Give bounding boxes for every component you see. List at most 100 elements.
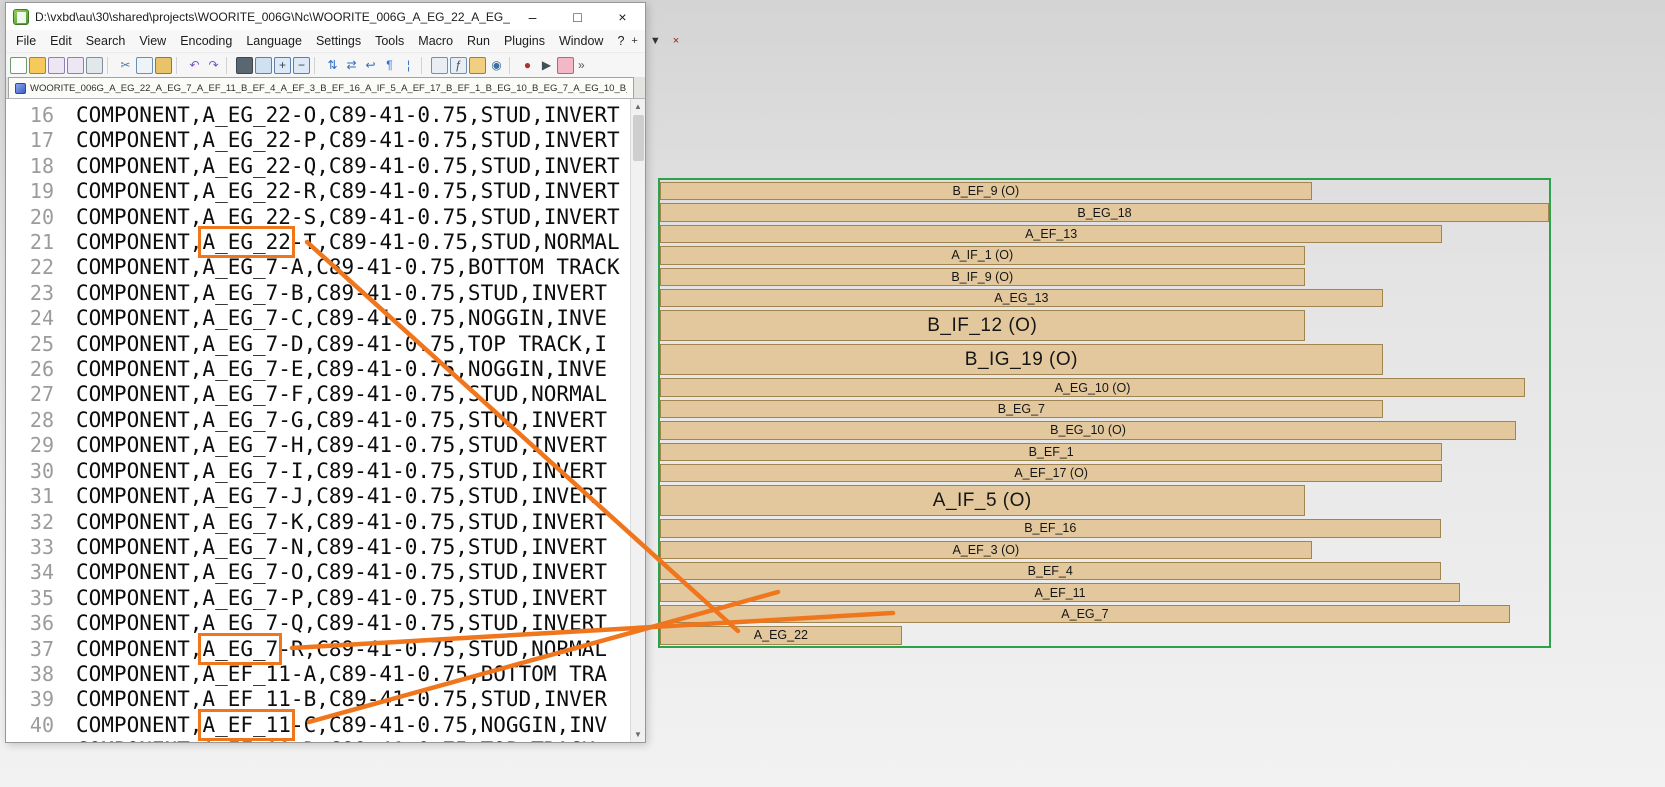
- document-tab[interactable]: WOORITE_006G_A_EG_22_A_EG_7_A_EF_11_B_EF…: [8, 77, 634, 98]
- menu-item-run[interactable]: Run: [460, 32, 497, 50]
- open-folder-icon[interactable]: [29, 57, 46, 74]
- menu-item-encoding[interactable]: Encoding: [173, 32, 239, 50]
- menu-item-file[interactable]: File: [9, 32, 43, 50]
- title-bar[interactable]: D:\vxbd\au\30\shared\projects\WOORITE_00…: [6, 3, 645, 30]
- code-line: 22COMPONENT,A_EG_7-A,C89-41-0.75,BOTTOM …: [6, 255, 630, 280]
- bar-label: A_EF_13: [1025, 227, 1077, 241]
- cut-icon[interactable]: ✂: [117, 57, 134, 74]
- menu-item-plugins[interactable]: Plugins: [497, 32, 552, 50]
- panel-bar-b-ef-16[interactable]: B_EF_16: [660, 519, 1441, 537]
- menu-item-language[interactable]: Language: [239, 32, 309, 50]
- bar-label: B_EG_7: [998, 402, 1045, 416]
- panel-bar-a-eg-7[interactable]: A_EG_7: [660, 605, 1510, 623]
- find-icon[interactable]: [236, 57, 253, 74]
- panel-bar-a-if-5[interactable]: A_IF_5 (O): [660, 485, 1305, 516]
- macro-play-icon[interactable]: ▶: [538, 57, 555, 74]
- menu-item-edit[interactable]: Edit: [43, 32, 79, 50]
- macro-save-icon[interactable]: [557, 57, 574, 74]
- zoom-out-icon[interactable]: −: [293, 57, 310, 74]
- code-line: 20COMPONENT,A_EG_22-S,C89-41-0.75,STUD,I…: [6, 205, 630, 230]
- folder-as-workspace-icon[interactable]: [469, 57, 486, 74]
- line-number: 28: [6, 408, 68, 433]
- menu-item-window[interactable]: Window: [552, 32, 610, 50]
- toolbar-overflow-icon[interactable]: »: [578, 58, 585, 72]
- editor[interactable]: 16COMPONENT,A_EG_22-O,C89-41-0.75,STUD,I…: [6, 99, 645, 742]
- code-line: 18COMPONENT,A_EG_22-Q,C89-41-0.75,STUD,I…: [6, 154, 630, 179]
- code-line: 29COMPONENT,A_EG_7-H,C89-41-0.75,STUD,IN…: [6, 433, 630, 458]
- scroll-down-arrow-icon[interactable]: ▼: [631, 727, 646, 742]
- panel-bar-b-eg-10[interactable]: B_EG_10 (O): [660, 421, 1516, 439]
- line-number: 36: [6, 611, 68, 636]
- line-text: COMPONENT,A_EG_22-R,C89-41-0.75,STUD,INV…: [68, 179, 620, 204]
- panel-bar-a-if-1[interactable]: A_IF_1 (O): [660, 246, 1305, 264]
- zoom-in-icon[interactable]: +: [274, 57, 291, 74]
- replace-icon[interactable]: [255, 57, 272, 74]
- sync-scroll-vertical-icon[interactable]: ⇅: [324, 57, 341, 74]
- monitoring-icon[interactable]: ◉: [488, 57, 505, 74]
- panel-bar-b-eg-7[interactable]: B_EG_7: [660, 400, 1383, 418]
- bar-label: B_IF_12 (O): [927, 315, 1037, 337]
- maximize-button[interactable]: □: [555, 3, 600, 30]
- save-icon[interactable]: [48, 57, 65, 74]
- panel-bar-b-if-9[interactable]: B_IF_9 (O): [660, 268, 1305, 286]
- scrollbar-thumb[interactable]: [633, 115, 644, 161]
- menu-item-tools[interactable]: Tools: [368, 32, 411, 50]
- vertical-scrollbar[interactable]: ▲ ▼: [630, 99, 645, 742]
- line-number: 21: [6, 230, 68, 255]
- menu-item-macro[interactable]: Macro: [411, 32, 460, 50]
- bar-label: B_EG_10 (O): [1050, 423, 1126, 437]
- line-text: COMPONENT,A_EG_7-J,C89-41-0.75,STUD,INVE…: [68, 484, 607, 509]
- menu-item-settings[interactable]: Settings: [309, 32, 368, 50]
- panel-bar-a-ef-17[interactable]: A_EF_17 (O): [660, 464, 1442, 482]
- panel-bar-b-ig-19[interactable]: B_IG_19 (O): [660, 344, 1383, 375]
- panel-bar-b-ef-4[interactable]: B_EF_4: [660, 562, 1441, 580]
- minimize-button[interactable]: –: [510, 3, 555, 30]
- line-text: COMPONENT,A_EG_7-A,C89-41-0.75,BOTTOM TR…: [68, 255, 620, 280]
- panel-bar-a-eg-22[interactable]: A_EG_22: [660, 626, 902, 644]
- function-list-icon[interactable]: ƒ: [450, 57, 467, 74]
- indent-guide-icon[interactable]: ¦: [400, 57, 417, 74]
- panel-bar-a-eg-10[interactable]: A_EG_10 (O): [660, 378, 1525, 396]
- panel-bar-a-ef-13[interactable]: A_EF_13: [660, 225, 1442, 243]
- line-number: 41: [6, 738, 68, 742]
- save-all-icon[interactable]: [67, 57, 84, 74]
- panel-bar-b-if-12[interactable]: B_IF_12 (O): [660, 310, 1305, 341]
- panel-bar-b-eg-18[interactable]: B_EG_18: [660, 203, 1549, 221]
- panel-bar-b-ef-9[interactable]: B_EF_9 (O): [660, 182, 1312, 200]
- bar-label: B_IG_19 (O): [965, 349, 1078, 371]
- undo-icon[interactable]: ↶: [186, 57, 203, 74]
- panel-bar-a-ef-11[interactable]: A_EF_11: [660, 583, 1460, 601]
- code-line: 31COMPONENT,A_EG_7-J,C89-41-0.75,STUD,IN…: [6, 484, 630, 509]
- code-line: 41COMPONENT,A_EF_11-D,C89-41-0.75,TOP TR…: [6, 738, 630, 742]
- line-number: 17: [6, 128, 68, 153]
- menu-item-search[interactable]: Search: [79, 32, 133, 50]
- show-all-characters-icon[interactable]: ¶: [381, 57, 398, 74]
- bar-label: A_EG_22: [754, 628, 808, 642]
- menu-close-button[interactable]: ×: [673, 35, 679, 47]
- notepadpp-window: D:\vxbd\au\30\shared\projects\WOORITE_00…: [5, 2, 646, 743]
- menu-plus-button[interactable]: +: [631, 35, 637, 47]
- code-area[interactable]: 16COMPONENT,A_EG_22-O,C89-41-0.75,STUD,I…: [6, 99, 630, 742]
- panel-bar-b-ef-1[interactable]: B_EF_1: [660, 443, 1442, 461]
- line-text: COMPONENT,A_EG_22-P,C89-41-0.75,STUD,INV…: [68, 128, 620, 153]
- scroll-up-arrow-icon[interactable]: ▲: [631, 99, 646, 114]
- menu-item-help[interactable]: ?: [610, 32, 631, 50]
- word-wrap-icon[interactable]: ↩: [362, 57, 379, 74]
- copy-icon[interactable]: [136, 57, 153, 74]
- panel-bar-a-ef-3[interactable]: A_EF_3 (O): [660, 541, 1312, 559]
- redo-icon[interactable]: ↷: [205, 57, 222, 74]
- menu-dropdown-button[interactable]: ▼: [650, 35, 661, 47]
- document-map-icon[interactable]: [431, 57, 448, 74]
- close-button[interactable]: ×: [600, 3, 645, 30]
- paste-icon[interactable]: [155, 57, 172, 74]
- line-text: COMPONENT,A_EF_11-C,C89-41-0.75,NOGGIN,I…: [68, 713, 607, 738]
- macro-record-icon[interactable]: ●: [519, 57, 536, 74]
- sync-scroll-horizontal-icon[interactable]: ⇄: [343, 57, 360, 74]
- menu-item-view[interactable]: View: [132, 32, 173, 50]
- new-file-icon[interactable]: [10, 57, 27, 74]
- bar-label: A_IF_5 (O): [933, 490, 1032, 512]
- panel-bar-a-eg-13[interactable]: A_EG_13: [660, 289, 1383, 307]
- line-text: COMPONENT,A_EG_7-I,C89-41-0.75,STUD,INVE…: [68, 459, 607, 484]
- line-number: 20: [6, 205, 68, 230]
- print-icon[interactable]: [86, 57, 103, 74]
